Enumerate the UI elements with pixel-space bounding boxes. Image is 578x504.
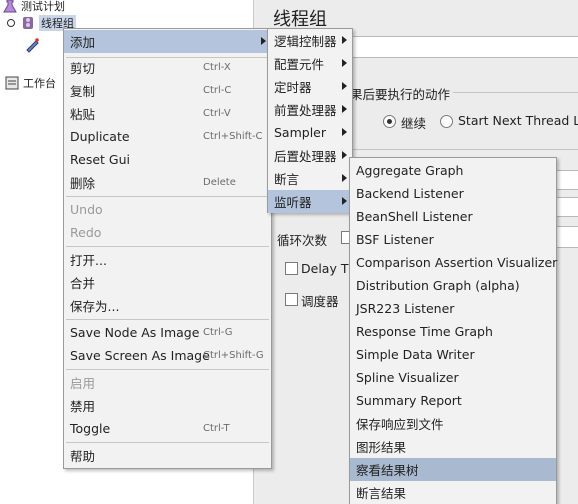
- test-plan-icon: [2, 0, 18, 14]
- tree-item-label: 测试计划: [21, 0, 65, 13]
- menu-item-reset-gui[interactable]: Reset Gui: [64, 148, 271, 171]
- radio-start-next-label: Start Next Thread Loc: [458, 113, 578, 128]
- submenu-arrow-icon: [342, 151, 347, 159]
- scheduler-label: 调度器: [301, 294, 339, 309]
- menu-separator: [66, 319, 269, 320]
- radio-start-next-thread[interactable]: [440, 115, 453, 128]
- menu-item-toggle[interactable]: Toggle Ctrl-T: [64, 417, 271, 440]
- submenu-arrow-icon: [342, 36, 347, 44]
- radio-continue-label: 继续: [401, 116, 427, 131]
- menu-separator: [66, 246, 269, 247]
- submenu-arrow-icon: [342, 105, 347, 113]
- menu-item-logic-controller[interactable]: 逻辑控制器: [268, 29, 352, 52]
- menu-item-view-results-tree[interactable]: 察看结果树: [350, 458, 556, 481]
- menu-item-paste[interactable]: 粘贴 Ctrl-V: [64, 102, 271, 125]
- menu-item-summary-report[interactable]: Summary Report: [350, 389, 556, 412]
- menu-item-redo[interactable]: Redo: [64, 221, 271, 244]
- delay-thread-checkbox[interactable]: [285, 262, 298, 275]
- menu-item-assertion-results[interactable]: 断言结果: [350, 481, 556, 504]
- menu-item-add[interactable]: 添加: [64, 30, 271, 53]
- menu-item-assertion[interactable]: 断言: [268, 167, 352, 190]
- menu-item-save-responses-to-file[interactable]: 保存响应到文件: [350, 412, 556, 435]
- menu-item-aggregate-graph[interactable]: Aggregate Graph: [350, 159, 556, 182]
- collapse-icon[interactable]: [6, 18, 16, 28]
- menu-item-timer[interactable]: 定时器: [268, 75, 352, 98]
- menu-item-comparison-assertion-visualizer[interactable]: Comparison Assertion Visualizer: [350, 251, 557, 274]
- tree-item-child[interactable]: [24, 36, 43, 54]
- submenu-arrow-icon: [342, 174, 347, 182]
- tree-item-test-plan[interactable]: 测试计划: [2, 0, 65, 15]
- menu-item-listener[interactable]: 监听器: [268, 190, 352, 213]
- menu-item-bsf-listener[interactable]: BSF Listener: [350, 228, 556, 251]
- submenu-arrow-icon: [342, 82, 347, 90]
- menu-item-duplicate[interactable]: Duplicate Ctrl+Shift-C: [64, 125, 271, 148]
- menu-separator: [66, 442, 269, 443]
- menu-item-distribution-graph[interactable]: Distribution Graph (alpha): [350, 274, 556, 297]
- menu-item-post-processor[interactable]: 后置处理器: [268, 144, 352, 167]
- submenu-arrow-icon: [261, 37, 266, 45]
- menu-item-open[interactable]: 打开...: [64, 248, 271, 271]
- menu-item-help[interactable]: 帮助: [64, 444, 271, 467]
- menu-item-backend-listener[interactable]: Backend Listener: [350, 182, 556, 205]
- menu-item-undo[interactable]: Undo: [64, 198, 271, 221]
- loop-count-label: 循环次数: [277, 233, 328, 248]
- tree-item-label: 工作台: [23, 77, 56, 90]
- add-submenu: 逻辑控制器 配置元件 定时器 前置处理器 Sampler 后置处理器 断言 监听…: [267, 28, 353, 213]
- menu-item-save-node-as-image[interactable]: Save Node As Image Ctrl-G: [64, 321, 271, 344]
- menu-item-save-screen-as-image[interactable]: Save Screen As Image Ctrl+Shift-G: [64, 344, 271, 367]
- menu-item-delete[interactable]: 删除 Delete: [64, 171, 271, 194]
- menu-separator: [66, 369, 269, 370]
- submenu-arrow-icon: [342, 59, 347, 67]
- menu-item-enable[interactable]: 启用: [64, 371, 271, 394]
- name-field[interactable]: [345, 36, 578, 58]
- menu-item-copy[interactable]: 复制 Ctrl-C: [64, 79, 271, 102]
- menu-item-sampler[interactable]: Sampler: [268, 121, 352, 144]
- submenu-arrow-icon: [342, 197, 347, 205]
- menu-item-save-as[interactable]: 保存为...: [64, 294, 271, 317]
- radio-continue[interactable]: [383, 115, 396, 128]
- scheduler-checkbox[interactable]: [285, 293, 298, 306]
- tree-item-workbench[interactable]: 工作台: [4, 74, 56, 92]
- pen-icon: [24, 37, 40, 53]
- menu-item-response-time-graph[interactable]: Response Time Graph: [350, 320, 556, 343]
- menu-item-pre-processor[interactable]: 前置处理器: [268, 98, 352, 121]
- context-menu: 添加 剪切 Ctrl-X 复制 Ctrl-C 粘贴 Ctrl-V Duplicate C…: [63, 28, 272, 469]
- menu-item-spline-visualizer[interactable]: Spline Visualizer: [350, 366, 556, 389]
- tree-toggle[interactable]: [6, 14, 16, 32]
- menu-separator: [66, 196, 269, 197]
- menu-item-disable[interactable]: 禁用: [64, 394, 271, 417]
- menu-item-beanshell-listener[interactable]: BeanShell Listener: [350, 205, 556, 228]
- workbench-icon: [4, 75, 20, 91]
- submenu-arrow-icon: [342, 128, 347, 136]
- menu-item-config-element[interactable]: 配置元件: [268, 52, 352, 75]
- menu-item-graph-results[interactable]: 图形结果: [350, 435, 556, 458]
- menu-item-simple-data-writer[interactable]: Simple Data Writer: [350, 343, 556, 366]
- thread-group-icon: [20, 15, 36, 31]
- menu-item-cut[interactable]: 剪切 Ctrl-X: [64, 56, 271, 79]
- error-action-legend: 果后要执行的动作: [347, 84, 454, 103]
- menu-item-jsr223-listener[interactable]: JSR223 Listener: [350, 297, 556, 320]
- menu-item-merge[interactable]: 合并: [64, 271, 271, 294]
- listener-submenu: Aggregate Graph Backend Listener BeanShe…: [349, 157, 557, 504]
